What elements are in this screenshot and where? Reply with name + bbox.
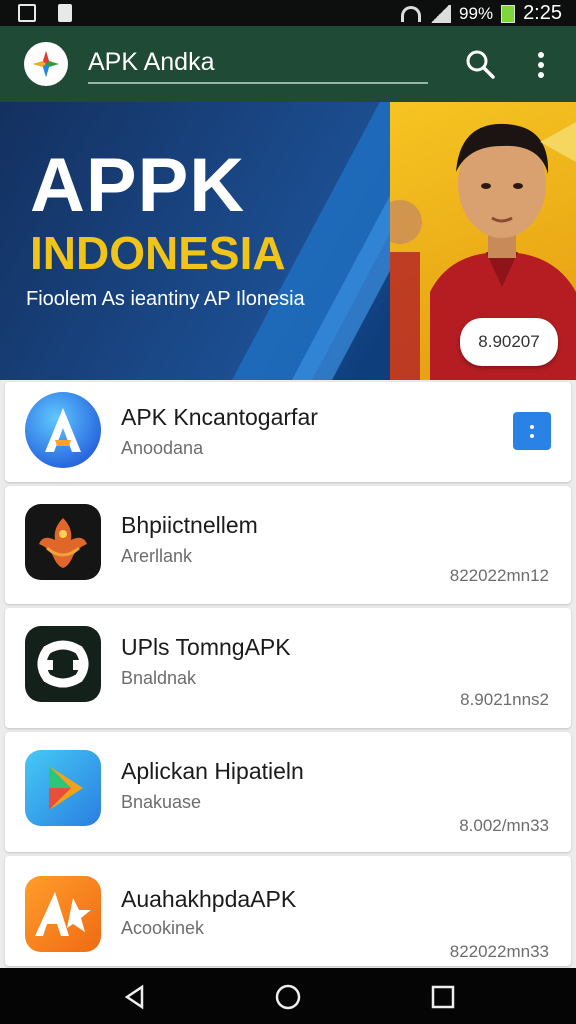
file-notification-icon xyxy=(58,4,72,22)
search-button[interactable] xyxy=(462,46,498,82)
app-developer: Bnakuase xyxy=(121,792,202,812)
list-item[interactable]: Bhpiictnellem Arerllank 822022mn12 xyxy=(5,486,571,604)
app-options-button[interactable] xyxy=(513,412,551,450)
image-notification-icon xyxy=(18,4,36,22)
wifi-icon xyxy=(401,5,422,22)
app-icon xyxy=(25,750,101,826)
battery-percent: 99% xyxy=(459,3,494,23)
app-icon xyxy=(25,392,101,468)
app-name: APK Kncantogarfar xyxy=(121,404,318,430)
overflow-menu-button[interactable] xyxy=(528,48,554,82)
app-bar: APK Andka xyxy=(0,26,576,102)
status-bar: 99% 2:25 xyxy=(0,0,576,26)
app-name: AuahakhpdaAPK xyxy=(121,886,297,912)
list-item[interactable]: APK Kncantogarfar Anoodana xyxy=(5,382,571,482)
app-logo[interactable] xyxy=(24,42,68,86)
dot xyxy=(538,62,544,68)
list-item[interactable]: UPls TomngAPK Bnaldnak 8.9021nns2 xyxy=(5,608,571,728)
banner-title: APPK xyxy=(30,143,246,228)
dot xyxy=(538,52,544,58)
app-meta: 822022mn12 xyxy=(449,566,549,585)
star-logo-icon xyxy=(33,51,59,77)
a-star-icon xyxy=(35,892,91,936)
app-developer: Bnaldnak xyxy=(121,668,197,688)
list-item[interactable]: Aplickan Hipatieln Bnakuase 8.002/mn33 xyxy=(5,732,571,852)
banner-subtitle: Fioolem As ieantiny AP Ilonesia xyxy=(26,288,305,310)
banner-speech-bubble: 8.90207 xyxy=(460,318,558,366)
home-icon[interactable] xyxy=(275,984,301,1010)
app-meta: 8.002/mn33 xyxy=(459,816,549,835)
system-nav-bar xyxy=(0,968,576,1024)
promo-banner[interactable]: APPK INDONESIA Fioolem As ieantiny AP Il… xyxy=(0,102,576,380)
signal-icon xyxy=(429,4,452,23)
app-name: Aplickan Hipatieln xyxy=(121,758,304,784)
dot xyxy=(530,424,534,429)
app-developer: Acookinek xyxy=(121,918,205,938)
search-icon xyxy=(466,50,495,79)
app-name: UPls TomngAPK xyxy=(121,634,291,660)
recents-icon[interactable] xyxy=(430,984,456,1010)
link-icon xyxy=(37,640,89,688)
app-meta: 8.9021nns2 xyxy=(460,690,549,709)
play-icon xyxy=(49,766,83,810)
battery-icon xyxy=(501,4,516,23)
list-item[interactable]: AuahakhpdaAPK Acookinek 822022mn33 xyxy=(5,856,571,966)
app-icon xyxy=(25,626,101,702)
a-letter-icon xyxy=(45,408,81,452)
garuda-icon xyxy=(39,518,87,568)
app-meta: 822022mn33 xyxy=(449,942,549,961)
app-icon xyxy=(25,504,101,580)
app-icon xyxy=(25,876,101,952)
search-input[interactable]: APK Andka xyxy=(88,44,428,84)
dot xyxy=(530,433,534,438)
app-developer: Arerllank xyxy=(121,546,193,566)
app-name: Bhpiictnellem xyxy=(121,512,258,538)
clock: 2:25 xyxy=(523,2,562,24)
app-developer: Anoodana xyxy=(121,438,204,458)
dot xyxy=(538,72,544,78)
back-icon[interactable] xyxy=(122,984,148,1010)
banner-title-country: INDONESIA xyxy=(30,227,286,279)
